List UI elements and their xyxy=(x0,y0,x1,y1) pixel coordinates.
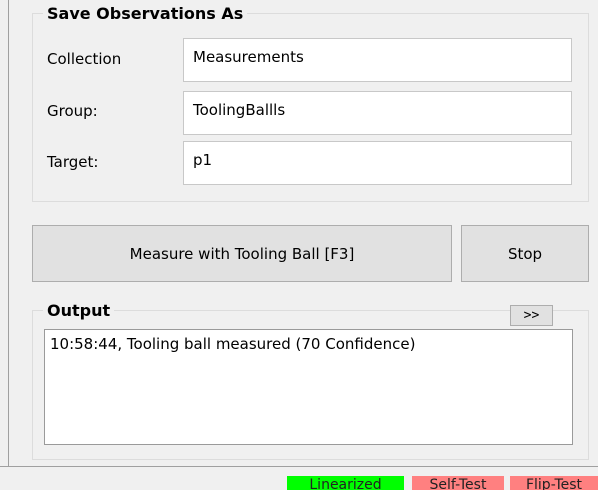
output-line: 10:58:44, Tooling ball measured (70 Conf… xyxy=(50,335,416,353)
output-log[interactable]: 10:58:44, Tooling ball measured (70 Conf… xyxy=(44,329,573,445)
status-flip-test: Flip-Test xyxy=(510,476,598,490)
group-field[interactable]: ToolingBallls xyxy=(183,91,572,135)
collection-field[interactable]: Measurements xyxy=(183,38,572,82)
collection-label: Collection xyxy=(47,50,122,68)
save-observations-title: Save Observations As xyxy=(43,4,248,24)
measure-tooling-ball-button[interactable]: Measure with Tooling Ball [F3] xyxy=(32,225,452,282)
group-label: Group: xyxy=(47,102,98,120)
left-panel-border xyxy=(0,0,9,470)
status-self-test: Self-Test xyxy=(412,476,504,490)
target-label: Target: xyxy=(47,153,99,171)
expand-output-button[interactable]: >> xyxy=(510,305,553,326)
stop-button[interactable]: Stop xyxy=(461,225,589,282)
target-field[interactable]: p1 xyxy=(183,141,572,185)
status-linearized: Linearized xyxy=(287,476,404,490)
output-title: Output xyxy=(43,301,115,321)
status-bar: Linearized Self-Test Flip-Test xyxy=(0,466,598,490)
